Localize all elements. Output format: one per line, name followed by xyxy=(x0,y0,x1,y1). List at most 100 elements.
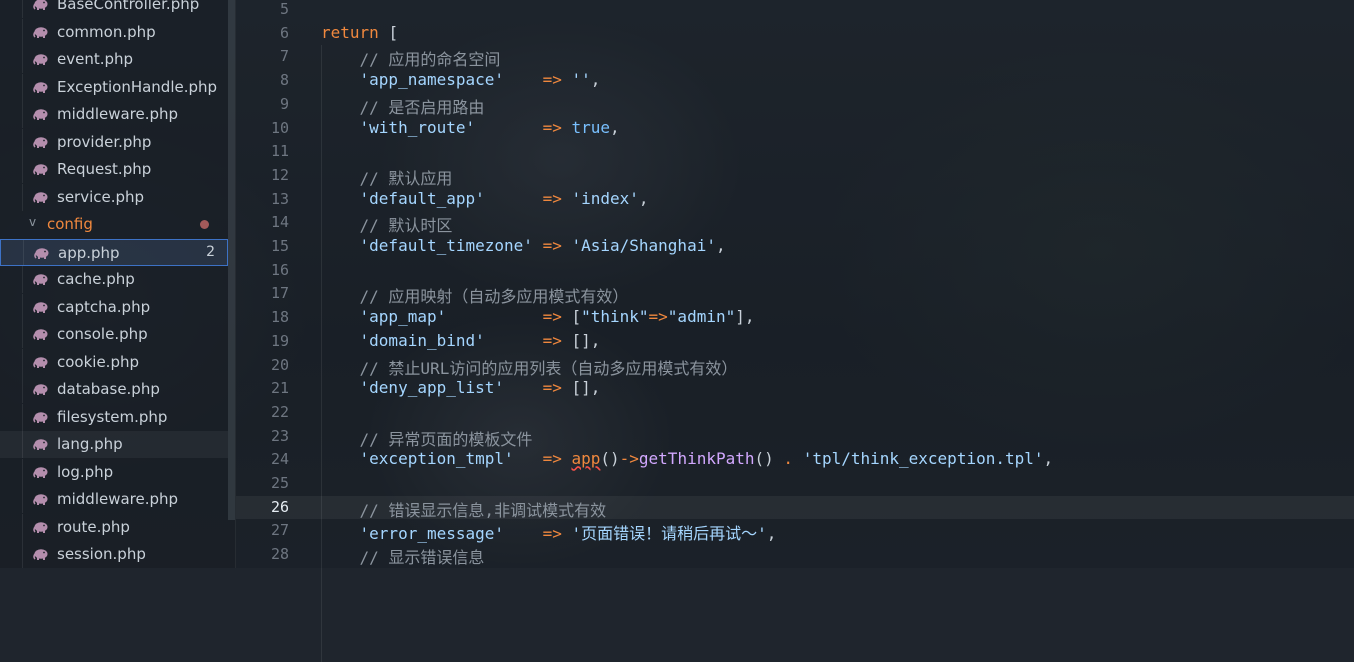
code-token: => xyxy=(542,449,562,469)
code-line[interactable]: 8 'app_namespace' => '', xyxy=(236,69,1354,93)
line-number: 23 xyxy=(270,426,289,445)
file-item[interactable]: middleware.php xyxy=(0,486,228,513)
code-token: () xyxy=(754,449,784,469)
code-token: 'Asia/Shanghai' xyxy=(571,236,716,255)
line-number: 27 xyxy=(270,521,289,540)
problems-badge: 2 xyxy=(206,243,215,260)
file-item[interactable]: lang.php xyxy=(0,431,228,458)
code-token: , xyxy=(590,70,601,90)
indent-guide xyxy=(22,128,23,156)
code-token: [], xyxy=(561,330,601,350)
code-line[interactable]: 24 'exception_tmpl' => app()->getThinkPa… xyxy=(236,448,1354,472)
code-line[interactable]: 16 xyxy=(236,259,1354,283)
code-token: // 是否启用路由 xyxy=(321,97,485,117)
code-line[interactable]: 10 'with_route' => true, xyxy=(236,117,1354,141)
indent-guide xyxy=(22,266,23,293)
file-item[interactable]: route.php xyxy=(0,513,228,541)
file-item[interactable]: database.php xyxy=(0,376,228,403)
file-item[interactable]: log.php xyxy=(0,458,228,486)
code-line[interactable]: 19 'domain_bind' => [], xyxy=(236,330,1354,354)
php-file-icon xyxy=(33,108,49,120)
code-line[interactable]: 22 xyxy=(236,401,1354,425)
file-name: event.php xyxy=(57,50,134,68)
code-line[interactable]: 5 xyxy=(236,0,1354,22)
code-line[interactable]: 26 // 错误显示信息,非调试模式有效 xyxy=(236,495,1354,520)
file-item[interactable]: cookie.php xyxy=(0,348,228,376)
code-token: => xyxy=(542,236,562,255)
code-line[interactable]: 9 // 是否启用路由 xyxy=(236,93,1354,117)
file-item[interactable]: filesystem.php xyxy=(0,403,228,431)
file-item[interactable]: captcha.php xyxy=(0,293,228,321)
line-number: 18 xyxy=(270,308,289,327)
file-item[interactable]: common.php xyxy=(0,18,228,46)
file-item[interactable]: cache.php xyxy=(0,266,228,293)
indent-guide xyxy=(22,183,23,211)
code-line[interactable]: 6 return [ xyxy=(236,22,1354,46)
code-line[interactable]: 11 xyxy=(236,140,1354,164)
code-text: 'with_route' => true, xyxy=(321,118,620,137)
file-item[interactable]: service.php xyxy=(0,183,228,211)
php-file-icon xyxy=(33,163,49,175)
file-name: log.php xyxy=(57,462,114,481)
code-token: 'app_namespace' xyxy=(321,70,505,90)
line-number: 26 xyxy=(270,497,289,516)
file-item[interactable]: event.php xyxy=(0,46,228,73)
file-item[interactable]: Request.php xyxy=(0,156,228,183)
line-number: 12 xyxy=(270,165,289,184)
file-item[interactable]: ExceptionHandle.php xyxy=(0,73,228,101)
code-line[interactable]: 13 'default_app' => 'index', xyxy=(236,188,1354,212)
code-line[interactable]: 18 'app_map' => ["think"=>"admin"], xyxy=(236,306,1354,330)
code-line[interactable]: 25 xyxy=(236,472,1354,496)
folder-config[interactable]: v config xyxy=(0,211,228,238)
file-item[interactable]: provider.php xyxy=(0,128,228,156)
file-name: provider.php xyxy=(57,132,152,151)
code-token: [ xyxy=(388,22,399,42)
indent-guide xyxy=(22,403,23,431)
file-name: Request.php xyxy=(57,160,152,178)
code-line[interactable]: 20 // 禁止URL访问的应用列表（自动多应用模式有效） xyxy=(236,354,1354,378)
php-file-icon xyxy=(33,0,49,10)
code-token: return xyxy=(321,22,379,42)
code-token: () xyxy=(600,449,620,469)
php-file-icon xyxy=(33,328,49,340)
code-line[interactable]: 15 'default_timezone' => 'Asia/Shanghai'… xyxy=(236,235,1354,259)
file-name: cache.php xyxy=(57,270,135,288)
line-number: 17 xyxy=(270,284,289,303)
php-file-icon xyxy=(33,301,49,313)
code-token: [], xyxy=(561,378,601,398)
line-number: 14 xyxy=(270,213,289,232)
file-name: session.php xyxy=(57,545,146,563)
code-line[interactable]: 14 // 默认时区 xyxy=(236,211,1354,235)
code-line[interactable]: 23 // 异常页面的模板文件 xyxy=(236,425,1354,449)
code-token: => xyxy=(542,330,562,350)
file-name: ExceptionHandle.php xyxy=(57,77,218,96)
code-token: // 错误显示信息,非调试模式有效 xyxy=(321,500,607,520)
code-token: '' xyxy=(571,70,591,90)
code-line[interactable]: 12 // 默认应用 xyxy=(236,164,1354,188)
indent-guide xyxy=(22,73,23,101)
code-line[interactable]: 28 // 显示错误信息 xyxy=(236,543,1354,567)
code-line[interactable]: 7 // 应用的命名空间 xyxy=(236,45,1354,69)
code-line[interactable]: 17 // 应用映射（自动多应用模式有效） xyxy=(236,282,1354,306)
file-item[interactable]: middleware.php xyxy=(0,101,228,128)
code-line[interactable]: 21 'deny_app_list' => [], xyxy=(236,377,1354,401)
code-editor[interactable]: 5 6 return [7 // 应用的命名空间 8 'app_namespace' … xyxy=(236,0,1354,662)
code-token: '页面错误！请稍后再试～' xyxy=(571,524,767,544)
file-item[interactable]: app.php 2 xyxy=(0,238,228,266)
file-item[interactable]: console.php xyxy=(0,321,228,348)
code-token: getThinkPath xyxy=(638,449,755,469)
line-number: 5 xyxy=(279,0,289,18)
line-number: 20 xyxy=(270,355,289,374)
code-text: // 是否启用路由 xyxy=(321,94,485,118)
file-item[interactable]: session.php xyxy=(0,541,228,568)
file-item[interactable]: BaseController.php xyxy=(0,0,228,18)
code-text: 'deny_app_list' => [], xyxy=(321,378,601,398)
code-text: // 应用的命名空间 xyxy=(321,46,501,70)
line-number: 24 xyxy=(270,450,289,469)
code-text: 'default_timezone' => 'Asia/Shanghai', xyxy=(321,236,726,255)
line-number: 21 xyxy=(270,379,289,398)
code-line[interactable]: 27 'error_message' => '页面错误！请稍后再试～', xyxy=(236,519,1354,543)
